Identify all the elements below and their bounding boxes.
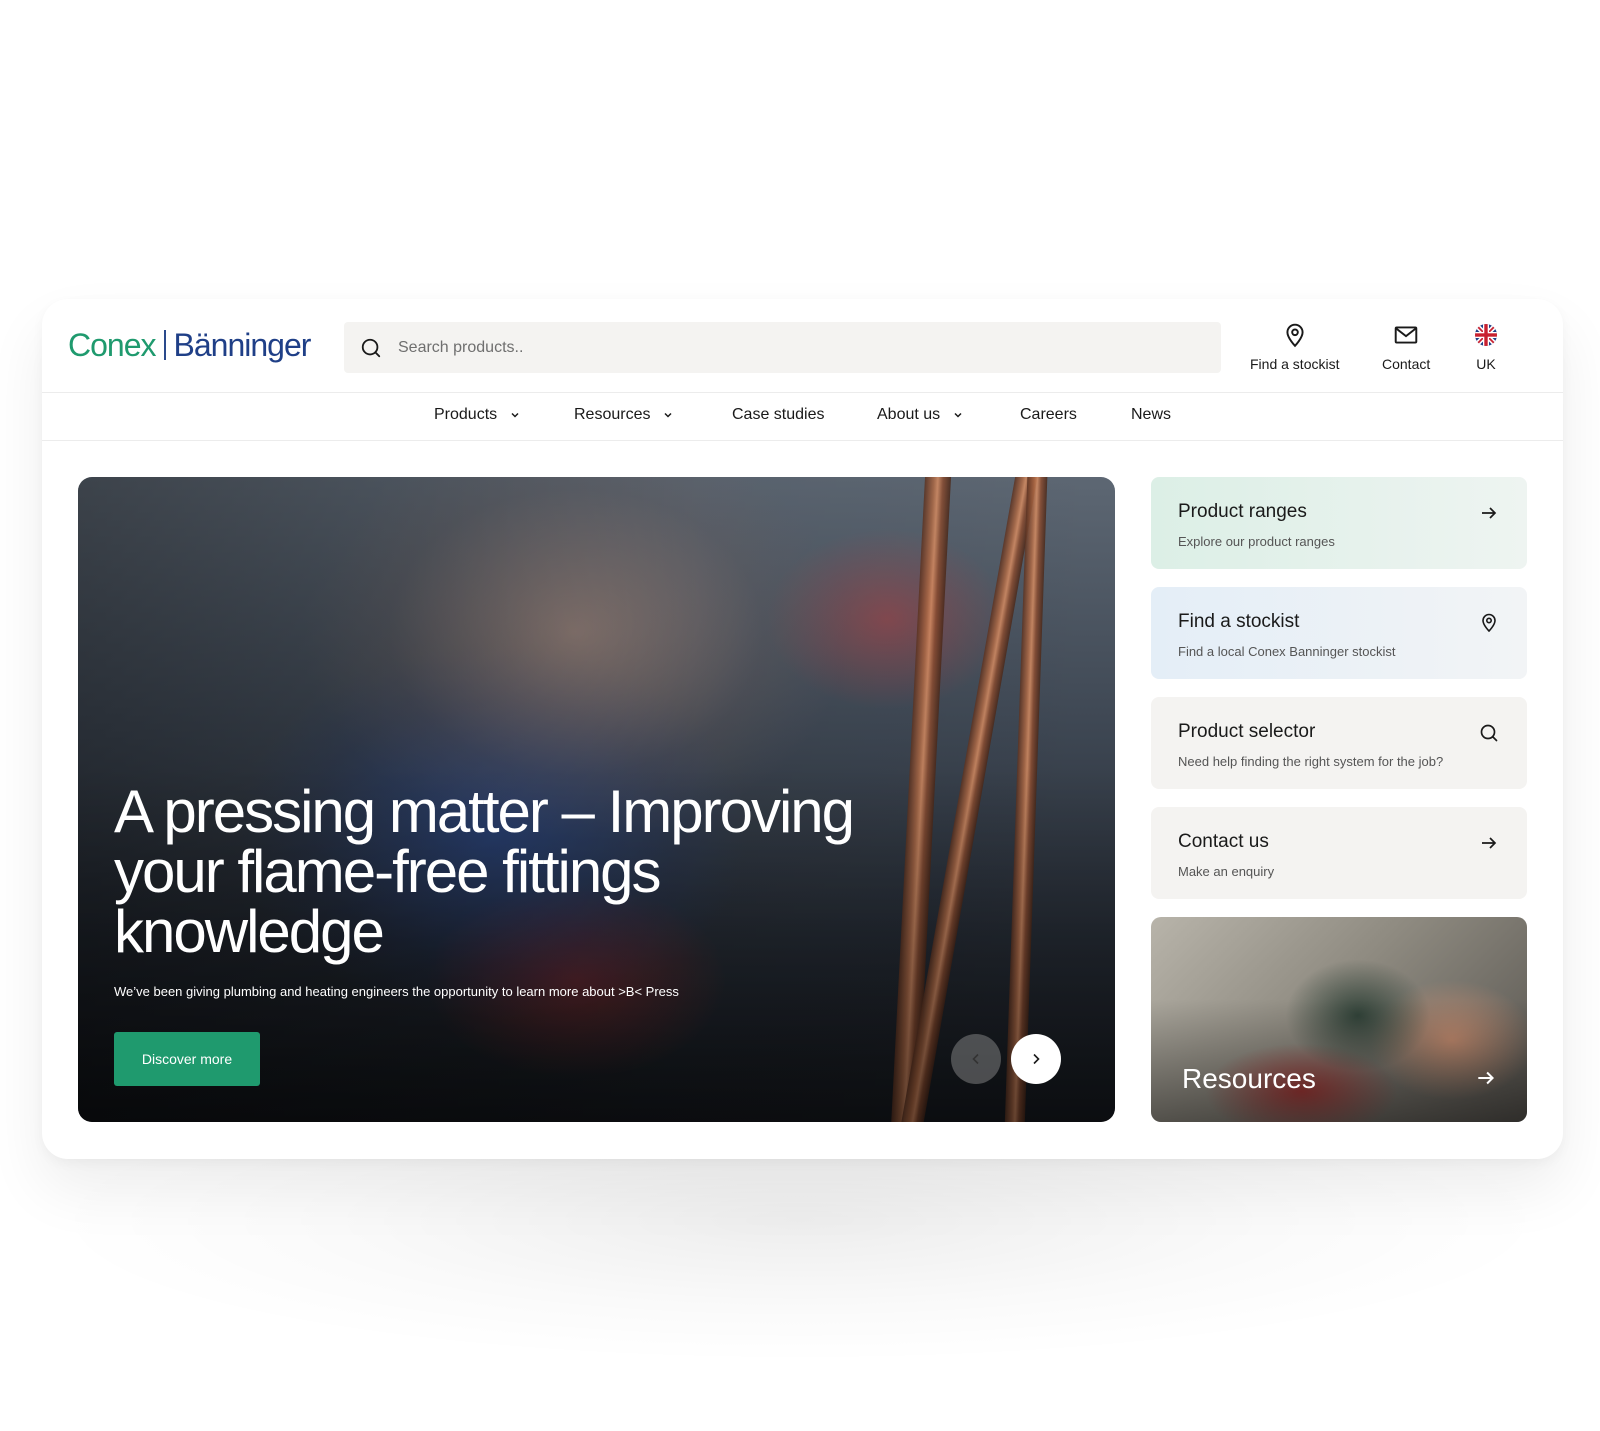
- discover-more-button[interactable]: Discover more: [114, 1032, 260, 1086]
- nav-careers[interactable]: Careers: [1020, 406, 1077, 424]
- resources-title: Resources: [1182, 1063, 1316, 1094]
- nav-resources[interactable]: Resources: [574, 406, 674, 424]
- nav-resources-label: Resources: [574, 406, 651, 423]
- logo-banninger: Bänninger: [173, 326, 312, 363]
- find-stockist-card[interactable]: Find a stockist Find a local Conex Banni…: [1151, 587, 1527, 679]
- hero-subtitle: We’ve been giving plumbing and heating e…: [114, 984, 679, 999]
- product-selector-description: Need help finding the right system for t…: [1178, 754, 1444, 769]
- product-selector-title: Product selector: [1178, 721, 1316, 742]
- slider-prev-button[interactable]: [951, 1034, 1001, 1084]
- nav-about-us-label: About us: [877, 406, 941, 423]
- main-nav: Products Resources Case studies About us…: [42, 393, 1563, 441]
- nav-case-studies-label: Case studies: [732, 406, 825, 423]
- find-stockist-description: Find a local Conex Banninger stockist: [1178, 644, 1396, 659]
- contact-us-title: Contact us: [1178, 831, 1269, 852]
- map-pin-icon: [1482, 613, 1496, 633]
- brand-logo[interactable]: Conex Bänninger: [68, 325, 312, 365]
- nav-products[interactable]: Products: [434, 406, 521, 424]
- product-selector-card[interactable]: Product selector Need help finding the r…: [1151, 697, 1527, 789]
- mail-icon: [1394, 326, 1418, 344]
- logo-conex: Conex: [68, 326, 156, 363]
- chevron-down-icon: [511, 412, 519, 418]
- product-ranges-description: Explore our product ranges: [1178, 534, 1335, 549]
- hero-title: A pressing matter – Improving your flame…: [114, 778, 855, 965]
- uk-flag-icon: [1475, 324, 1497, 346]
- contact-link[interactable]: Contact: [1382, 322, 1430, 372]
- page-card: Conex Bänninger Find a stockist Contact: [42, 299, 1563, 1159]
- search-input[interactable]: [396, 337, 1180, 358]
- search-bar[interactable]: [344, 322, 1221, 373]
- nav-careers-label: Careers: [1020, 406, 1077, 423]
- chevron-down-icon: [664, 412, 673, 418]
- header: Conex Bänninger Find a stockist Contact: [42, 299, 1563, 393]
- find-stockist-label: Find a stockist: [1250, 356, 1340, 372]
- contact-label: Contact: [1382, 356, 1431, 372]
- nav-about-us[interactable]: About us: [877, 406, 964, 424]
- search-icon: [1480, 724, 1498, 742]
- arrow-right-icon: [1482, 837, 1497, 849]
- resources-card[interactable]: Resources: [1151, 917, 1527, 1122]
- contact-us-description: Make an enquiry: [1178, 864, 1275, 879]
- search-icon: [361, 338, 381, 357]
- chevron-right-icon: [1033, 1053, 1040, 1065]
- region-label: UK: [1476, 356, 1496, 372]
- hero-banner: A pressing matter – Improving your flame…: [78, 477, 1115, 1122]
- find-stockist-title: Find a stockist: [1178, 611, 1300, 632]
- nav-products-label: Products: [434, 406, 498, 423]
- contact-us-card[interactable]: Contact us Make an enquiry: [1151, 807, 1527, 899]
- product-ranges-title: Product ranges: [1178, 501, 1307, 522]
- arrow-right-icon: [1478, 1071, 1495, 1085]
- nav-news[interactable]: News: [1131, 406, 1171, 424]
- chevron-down-icon: [954, 412, 962, 418]
- find-stockist-link[interactable]: Find a stockist: [1250, 322, 1339, 372]
- nav-news-label: News: [1131, 406, 1172, 423]
- arrow-right-icon: [1482, 507, 1497, 519]
- region-selector[interactable]: UK: [1473, 322, 1499, 372]
- chevron-left-icon: [972, 1053, 979, 1065]
- nav-case-studies[interactable]: Case studies: [732, 406, 825, 424]
- logo-divider: [163, 330, 166, 360]
- product-ranges-card[interactable]: Product ranges Explore our product range…: [1151, 477, 1527, 569]
- map-pin-icon: [1286, 323, 1304, 348]
- slider-next-button[interactable]: [1011, 1034, 1061, 1084]
